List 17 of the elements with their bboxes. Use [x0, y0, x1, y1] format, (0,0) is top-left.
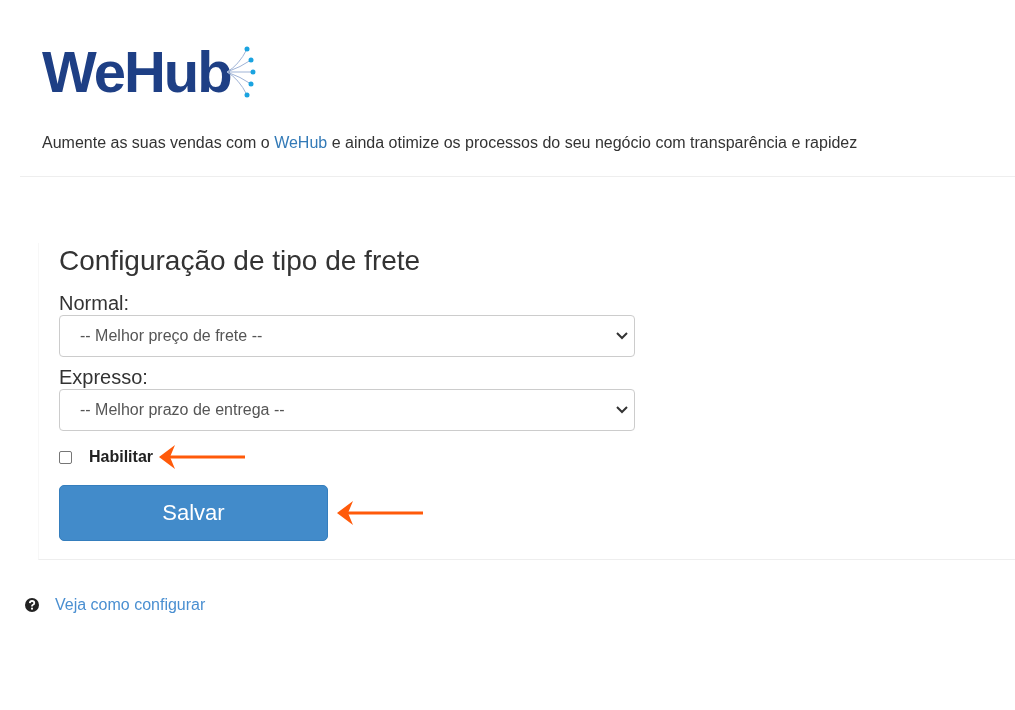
form-title: Configuração de tipo de frete: [59, 244, 422, 278]
logo-text: WeHub: [42, 42, 231, 102]
checkbox[interactable]: [59, 450, 72, 464]
field-label: Expresso:: [59, 365, 149, 389]
select-field[interactable]: -- Melhor prazo de entrega --: [59, 389, 635, 431]
wehub-link[interactable]: WeHub: [274, 134, 328, 151]
arrow-icon: [337, 499, 425, 527]
save-button[interactable]: Salvar: [59, 485, 328, 541]
help-link[interactable]: Veja como configurar: [55, 596, 206, 614]
field-label: Normal:: [59, 291, 130, 315]
chevron-down-icon: [616, 406, 628, 414]
chevron-down-icon: [616, 332, 628, 340]
tagline: Aumente as suas vendas com o WeHub e ainda otimize os processos do seu negócio com transparência e rapidez: [42, 134, 859, 152]
checkbox-label: Habilitar: [89, 448, 153, 466]
help-icon: [25, 598, 39, 612]
arrow-icon: [159, 443, 247, 471]
select-field[interactable]: -- Melhor preço de frete --: [59, 315, 635, 357]
